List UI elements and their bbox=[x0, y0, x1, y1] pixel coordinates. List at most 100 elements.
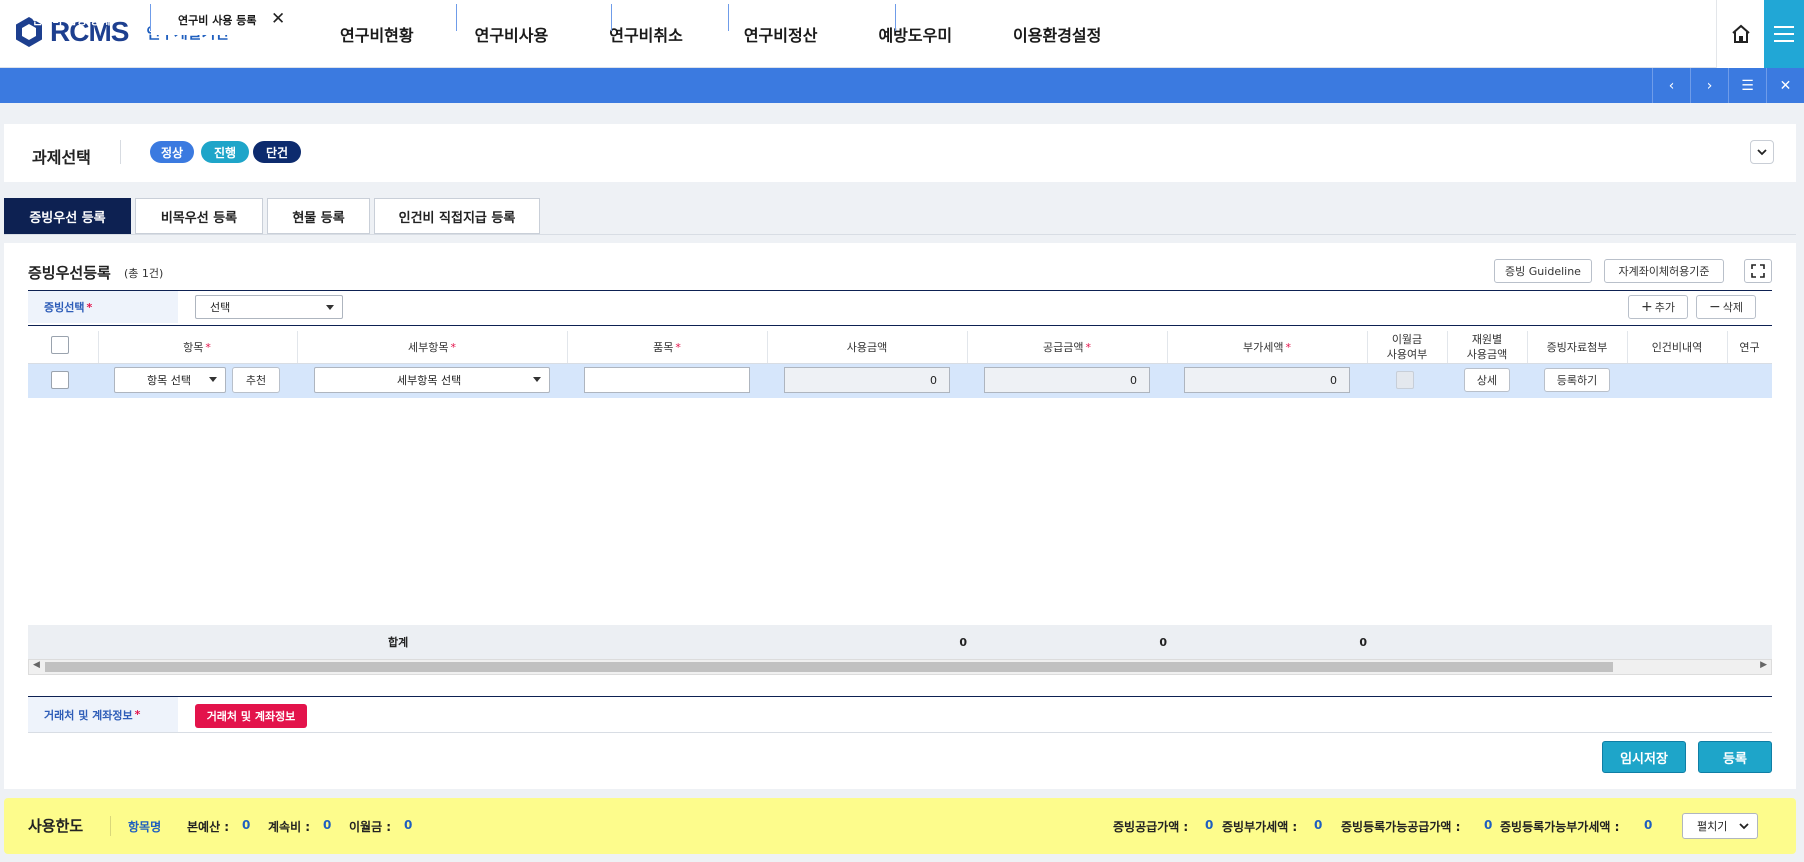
row-checkbox[interactable] bbox=[51, 371, 69, 389]
chevron-left-icon: ‹ bbox=[1668, 77, 1675, 94]
tab-execution-status[interactable]: 연구비 집행 상태 ✕ bbox=[0, 4, 150, 35]
total-label: 합계 bbox=[388, 636, 409, 649]
item-select[interactable]: 항목 선택 bbox=[114, 367, 226, 393]
fullscreen-button[interactable] bbox=[1744, 259, 1772, 283]
tab-card-cancel[interactable]: 카드 승인취소 내역 ✕ bbox=[457, 4, 611, 35]
tab-cancel-restore[interactable]: 취소/복원 내역 등록 ✕ bbox=[296, 4, 456, 35]
tab-close-all-button[interactable]: ✕ bbox=[1766, 68, 1804, 103]
delete-row-button[interactable]: − 삭제 bbox=[1696, 295, 1756, 319]
supply-amount-input[interactable]: 0 bbox=[984, 367, 1150, 393]
expand-icon bbox=[1751, 264, 1765, 278]
col-header-product: 품목 * bbox=[567, 331, 767, 363]
ev-avail-vat-label: 증빙등록가능부가세액 : bbox=[1500, 820, 1620, 834]
vendor-top-line bbox=[28, 696, 1772, 697]
section-title: 증빙우선등록 bbox=[28, 264, 111, 282]
close-icon[interactable]: ✕ bbox=[271, 11, 285, 28]
col-header-supply-amount: 공급금액 * bbox=[967, 331, 1167, 363]
open-tabs-bar bbox=[0, 68, 1804, 103]
ev-vat-label: 증빙부가세액 : bbox=[1222, 820, 1298, 834]
tab-report-submit[interactable]: 사용실적보고서 제출 ✕ bbox=[729, 4, 895, 35]
minus-icon: − bbox=[1709, 299, 1721, 315]
col-header-use-amount: 사용금액 bbox=[846, 340, 888, 354]
subtab-category-first[interactable]: 비목우선 등록 bbox=[135, 198, 263, 234]
evidence-select[interactable]: 선택 bbox=[195, 295, 343, 319]
main-budget-label: 본예산 : bbox=[187, 820, 230, 834]
header-text: 사용금액 bbox=[1466, 348, 1508, 361]
label-text: 증빙선택 bbox=[44, 301, 85, 314]
total-vat: 0 bbox=[1359, 635, 1367, 649]
subtab-evidence-first[interactable]: 증빙우선 등록 bbox=[4, 198, 131, 234]
header-text: 공급금액 bbox=[1043, 340, 1084, 354]
divider bbox=[110, 816, 111, 836]
tab-settle-prep[interactable]: 정산 준비 ✕ bbox=[612, 4, 728, 35]
vendor-bottom-line bbox=[28, 732, 1772, 733]
menu-button[interactable] bbox=[1764, 0, 1804, 68]
close-icon: ✕ bbox=[1779, 77, 1792, 94]
scrollbar-thumb[interactable] bbox=[45, 662, 1613, 672]
detail-button[interactable]: 상세 bbox=[1464, 368, 1510, 392]
recommend-button[interactable]: 추천 bbox=[232, 367, 280, 393]
carryover-checkbox[interactable] bbox=[1396, 371, 1414, 389]
evidence-select-label: 증빙선택 * bbox=[28, 291, 178, 323]
tab-next-button[interactable]: › bbox=[1690, 68, 1728, 103]
tab-divider bbox=[895, 4, 896, 31]
main-budget-value: 0 bbox=[242, 818, 251, 832]
grid-top-line bbox=[28, 325, 1772, 326]
select-value: 선택 bbox=[210, 301, 231, 314]
select-all-checkbox[interactable] bbox=[51, 336, 69, 354]
vat-input[interactable]: 0 bbox=[1184, 367, 1350, 393]
total-supply-amount: 0 bbox=[1159, 635, 1167, 649]
tab-usage-register[interactable]: 연구비 사용 등록 ✕ bbox=[151, 4, 296, 35]
header-text: 이월금 bbox=[1391, 333, 1423, 346]
usage-limit-bar: 사용한도 항목명 본예산 : 0 계속비 : 0 이월금 : 0 증빙공급가액 … bbox=[4, 798, 1796, 854]
nav-settings[interactable]: 이용환경설정 bbox=[1013, 22, 1101, 46]
tab-list-button[interactable]: ☰ bbox=[1728, 68, 1766, 103]
tab-label: 카드 승인취소 내역 bbox=[485, 13, 574, 27]
chevron-down-icon bbox=[1739, 823, 1749, 830]
limit-expand-select[interactable]: 펼치기 bbox=[1682, 813, 1758, 839]
criteria-button[interactable]: 자계좌이체허용기준 bbox=[1604, 259, 1724, 283]
ev-avail-supply-value: 0 bbox=[1484, 818, 1493, 832]
header-text: 부가세액 bbox=[1243, 340, 1284, 354]
header-text: 항목 bbox=[183, 340, 204, 354]
col-header-research: 연구 bbox=[1739, 340, 1760, 354]
close-icon[interactable]: ✕ bbox=[589, 11, 603, 28]
tab-label: 취소/복원 내역 등록 bbox=[324, 13, 417, 27]
register-button[interactable]: 등록 bbox=[1698, 741, 1772, 773]
vendor-label: 거래처 및 계좌정보 * bbox=[28, 697, 178, 732]
close-icon[interactable]: ✕ bbox=[126, 11, 140, 28]
required-mark: * bbox=[205, 340, 211, 354]
home-button[interactable] bbox=[1716, 0, 1764, 68]
project-select-title: 과제선택 bbox=[32, 148, 91, 167]
total-use-amount: 0 bbox=[959, 635, 967, 649]
status-badge-progress: 진행 bbox=[201, 141, 249, 163]
sub-item-select[interactable]: 세부항목 선택 bbox=[314, 367, 550, 393]
close-icon[interactable]: ✕ bbox=[433, 11, 447, 28]
scroll-left-icon[interactable]: ◀ bbox=[33, 660, 40, 670]
subtab-in-kind[interactable]: 현물 등록 bbox=[267, 198, 370, 234]
status-badge-single: 단건 bbox=[253, 141, 301, 163]
limit-item-name: 항목명 bbox=[128, 820, 162, 834]
close-icon[interactable]: ✕ bbox=[871, 11, 885, 28]
project-select-card: 과제선택 정상 진행 단건 bbox=[4, 124, 1796, 182]
ev-vat-value: 0 bbox=[1314, 818, 1323, 832]
close-icon[interactable]: ✕ bbox=[705, 11, 719, 28]
attach-register-button[interactable]: 등록하기 bbox=[1544, 368, 1610, 392]
guideline-button[interactable]: 증빙 Guideline bbox=[1494, 259, 1592, 283]
temp-save-button[interactable]: 임시저장 bbox=[1602, 741, 1686, 773]
tab-label: 연구비 집행 상태 bbox=[32, 13, 111, 27]
horizontal-scrollbar[interactable]: ◀ ▶ bbox=[28, 659, 1772, 675]
required-mark: * bbox=[450, 340, 456, 354]
tab-prev-button[interactable]: ‹ bbox=[1652, 68, 1690, 103]
project-dropdown-button[interactable] bbox=[1750, 140, 1774, 164]
required-mark: * bbox=[86, 300, 93, 314]
carryover-label: 이월금 : bbox=[349, 820, 392, 834]
subtab-labor-direct[interactable]: 인건비 직접지급 등록 bbox=[374, 198, 540, 234]
vendor-account-button[interactable]: 거래처 및 계좌정보 bbox=[195, 704, 307, 728]
product-input[interactable] bbox=[584, 367, 750, 393]
ev-avail-vat-value: 0 bbox=[1644, 818, 1653, 832]
scroll-right-icon[interactable]: ▶ bbox=[1760, 660, 1767, 670]
home-icon bbox=[1731, 24, 1750, 43]
use-amount-input[interactable]: 0 bbox=[784, 367, 950, 393]
add-row-button[interactable]: + 추가 bbox=[1628, 295, 1688, 319]
